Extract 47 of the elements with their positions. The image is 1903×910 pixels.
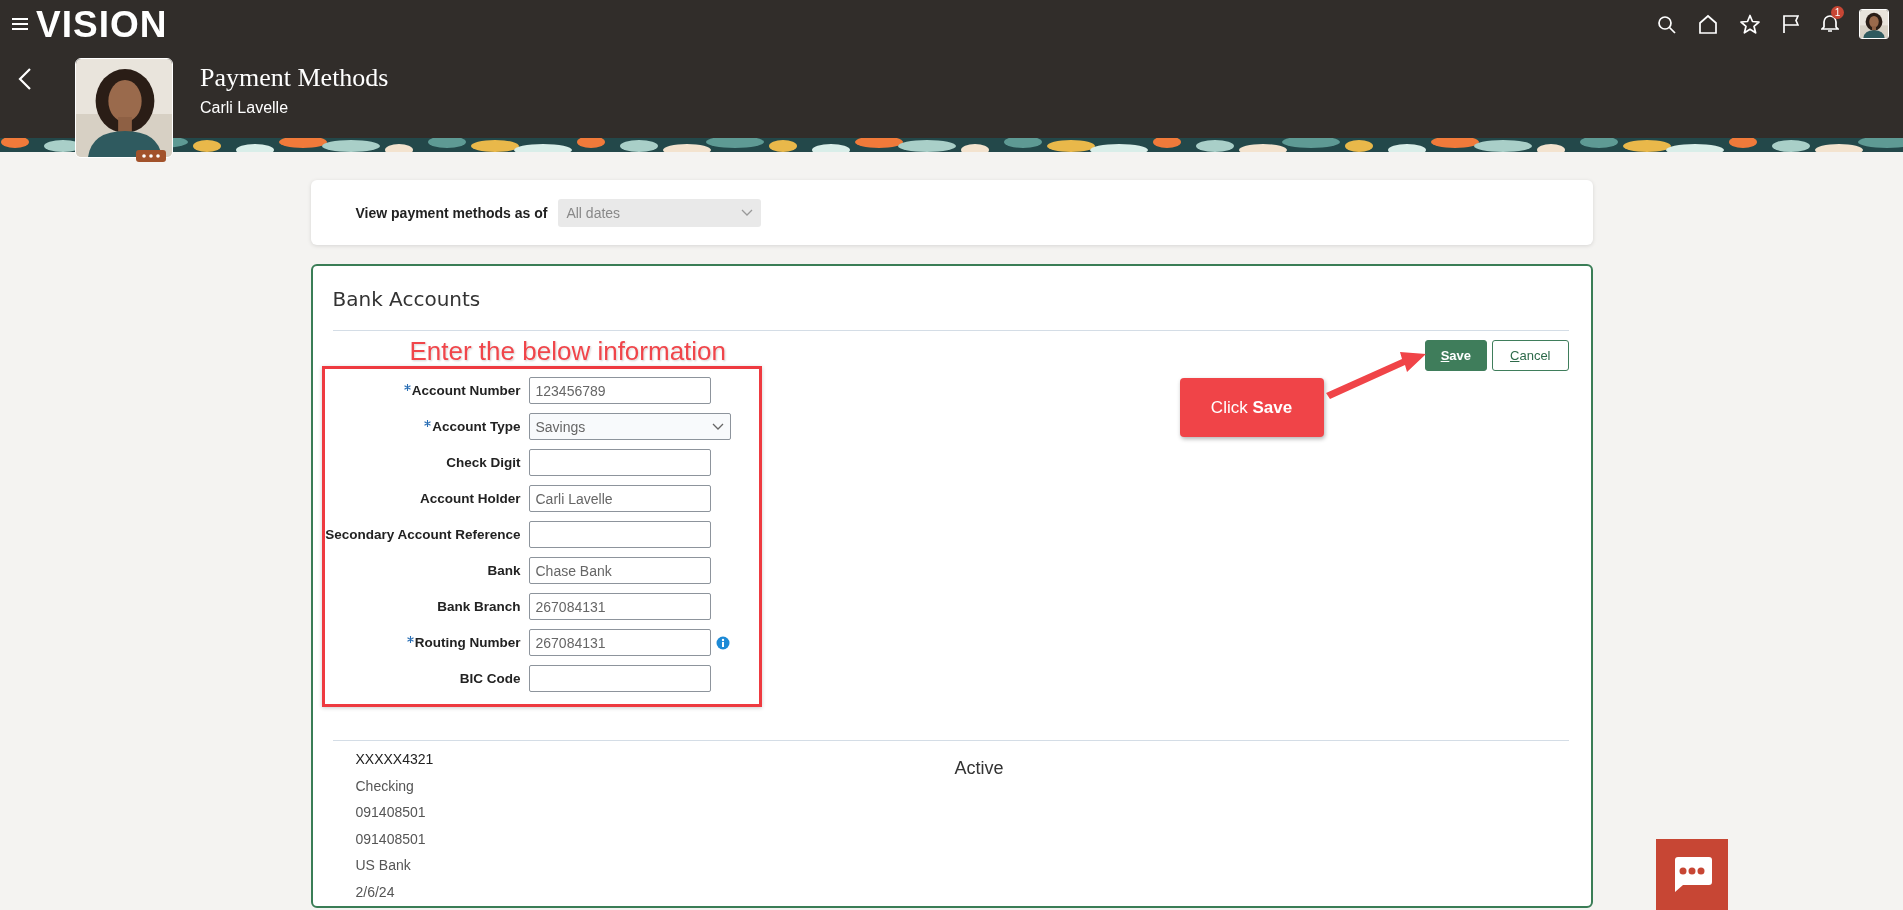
field-label: Account Type xyxy=(432,419,521,434)
account-detail: XXXXX4321 xyxy=(355,750,435,769)
account-detail: Checking xyxy=(355,776,415,796)
more-icon[interactable] xyxy=(136,150,166,162)
input-field[interactable]: 123456789 xyxy=(528,377,711,404)
account-detail: 2/6/24 xyxy=(355,882,396,902)
input-field[interactable]: 267084131 xyxy=(528,629,711,656)
chevron-down-icon xyxy=(711,423,724,430)
cancel-button[interactable]: Cancel xyxy=(1492,340,1569,371)
account-detail: 091408501 xyxy=(355,803,427,822)
field-label: Routing Number xyxy=(414,635,521,650)
status-text: Active xyxy=(954,757,1004,780)
account-detail: 091408501 xyxy=(355,829,427,849)
input-field[interactable] xyxy=(528,449,711,476)
notification-badge: 1 xyxy=(1831,5,1844,19)
chat-button[interactable] xyxy=(1656,839,1728,910)
save-button[interactable]: Save xyxy=(1424,340,1488,371)
field-label: Bank Branch xyxy=(437,599,521,614)
field-label: Account Number xyxy=(411,383,521,398)
field-label: Check Digit xyxy=(446,455,521,470)
chat-icon xyxy=(1672,856,1712,893)
filter-label: View payment methods as of xyxy=(355,204,548,221)
account-detail: US Bank xyxy=(355,856,412,875)
page-title: Payment Methods xyxy=(200,63,389,93)
flag-icon[interactable] xyxy=(1782,14,1799,34)
callout-text: Click Save xyxy=(1210,397,1293,418)
star-icon[interactable] xyxy=(1740,14,1760,34)
input-field[interactable]: Carli Lavelle xyxy=(528,485,711,512)
section-title: Bank Accounts xyxy=(332,286,482,310)
logo[interactable]: VISION xyxy=(36,5,168,43)
field-label: Bank xyxy=(487,563,521,578)
page-subtitle: Carli Lavelle xyxy=(200,99,290,117)
input-field[interactable]: Chase Bank xyxy=(528,557,711,584)
field-label: BIC Code xyxy=(459,671,521,686)
field-label: Secondary Account Reference xyxy=(325,527,521,542)
input-field[interactable] xyxy=(528,521,711,548)
input-field[interactable] xyxy=(528,665,711,692)
menu-icon[interactable] xyxy=(12,18,28,30)
chevron-down-icon xyxy=(741,209,754,216)
back-icon[interactable] xyxy=(18,68,32,90)
info-icon[interactable] xyxy=(715,635,730,650)
annotation-text: Enter the below information xyxy=(409,336,727,366)
input-field[interactable]: 267084131 xyxy=(528,593,711,620)
search-icon[interactable] xyxy=(1657,14,1676,34)
home-icon[interactable] xyxy=(1698,14,1718,34)
account-type-dropdown[interactable]: Savings xyxy=(528,413,731,440)
field-label: Account Holder xyxy=(420,491,521,506)
